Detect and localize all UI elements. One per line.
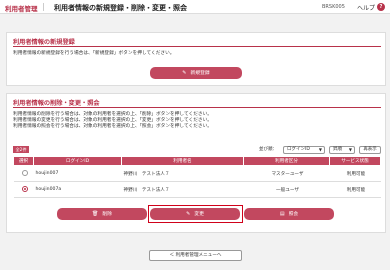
top-bar: 利用者管理 利用者情報の新規登録・削除・変更・照会 BRSK005 ヘルプ ? [0,0,390,14]
chevron-down-icon: ▼ [348,147,352,152]
back-to-menu-button[interactable]: ＜ 利用者管理メニューへ [149,250,242,261]
help-icon[interactable]: ? [377,3,385,11]
col-user-name: 利用者名 [121,156,244,166]
login-id-cell: houjin007 [33,165,122,182]
divider [43,3,44,11]
user-name-cell: 神野川 テスト法人７ [121,181,244,198]
sort-order-select[interactable]: 昇順 ▼ [329,146,355,154]
back-label: 利用者管理メニューへ [175,253,222,258]
chevron-down-icon: ▼ [318,147,322,152]
sort-key-value: ログインID [287,147,310,152]
service-status-cell: 利用可能 [329,165,381,182]
new-register-label: 新規登録 [190,71,210,76]
register-panel: 利用者情報の新規登録 利用者情報の新規登録を行う場合は、「新規登録」ボタンを押し… [6,32,386,86]
user-type-cell: マスターユーザ [243,165,330,182]
register-section-title: 利用者情報の新規登録 [13,39,75,46]
chevron-left-icon: ＜ [169,253,175,258]
page-title: 利用者情報の新規登録・削除・変更・照会 [54,4,187,12]
manage-section-title: 利用者情報の削除・変更・照会 [13,100,100,107]
resort-button[interactable]: 再表示 [359,146,381,154]
trash-icon: 🗑 [92,211,99,217]
sort-label: 並び順： [259,147,277,152]
col-select: 選択 [13,156,34,166]
delete-button[interactable]: 🗑 削除 [57,208,147,220]
section-underline [13,46,381,47]
help-link[interactable]: ヘルプ [357,3,375,12]
screen-code: BRSK005 [322,4,345,10]
count-badge: 全2件 [13,146,29,153]
section-underline [13,107,381,108]
service-status-cell: 利用可能 [329,181,381,198]
brand-label: 利用者管理 [5,5,38,13]
pencil-icon: ✎ [182,70,187,76]
inquiry-label: 照会 [288,212,299,217]
delete-label: 削除 [102,212,112,217]
row-radio-selected[interactable] [21,186,28,193]
table-row[interactable]: houjin007a 神野川 テスト法人７ 一般ユーザ 利用可能 [13,181,381,198]
row-radio[interactable] [21,170,28,177]
document-search-icon: ▤ [279,211,285,217]
inquiry-description: 利用者情報の照会を行う場合は、対象の利用者を選択の上、「照会」ボタンを押してくだ… [13,124,212,129]
new-register-button[interactable]: ✎ 新規登録 [150,67,242,79]
user-name-cell: 神野川 テスト法人７ [121,165,244,182]
col-user-type: 利用者区分 [243,156,330,166]
inquiry-button[interactable]: ▤ 照会 [244,208,334,220]
user-table: 選択 ログインID 利用者名 利用者区分 サービス状態 houjin007 神野… [13,156,381,198]
col-service-status: サービス状態 [329,156,381,166]
login-id-cell: houjin007a [33,181,122,198]
col-login-id: ログインID [33,156,122,166]
register-description: 利用者情報の新規登録を行う場合は、「新規登録」ボタンを押してください。 [13,51,175,56]
user-type-cell: 一般ユーザ [243,181,330,198]
table-row[interactable]: houjin007 神野川 テスト法人７ マスターユーザ 利用可能 [13,165,381,182]
select-cell [13,181,34,198]
select-cell [13,165,34,182]
sort-key-select[interactable]: ログインID ▼ [283,146,325,154]
sort-order-value: 昇順 [333,147,342,152]
highlight-frame [148,205,243,223]
